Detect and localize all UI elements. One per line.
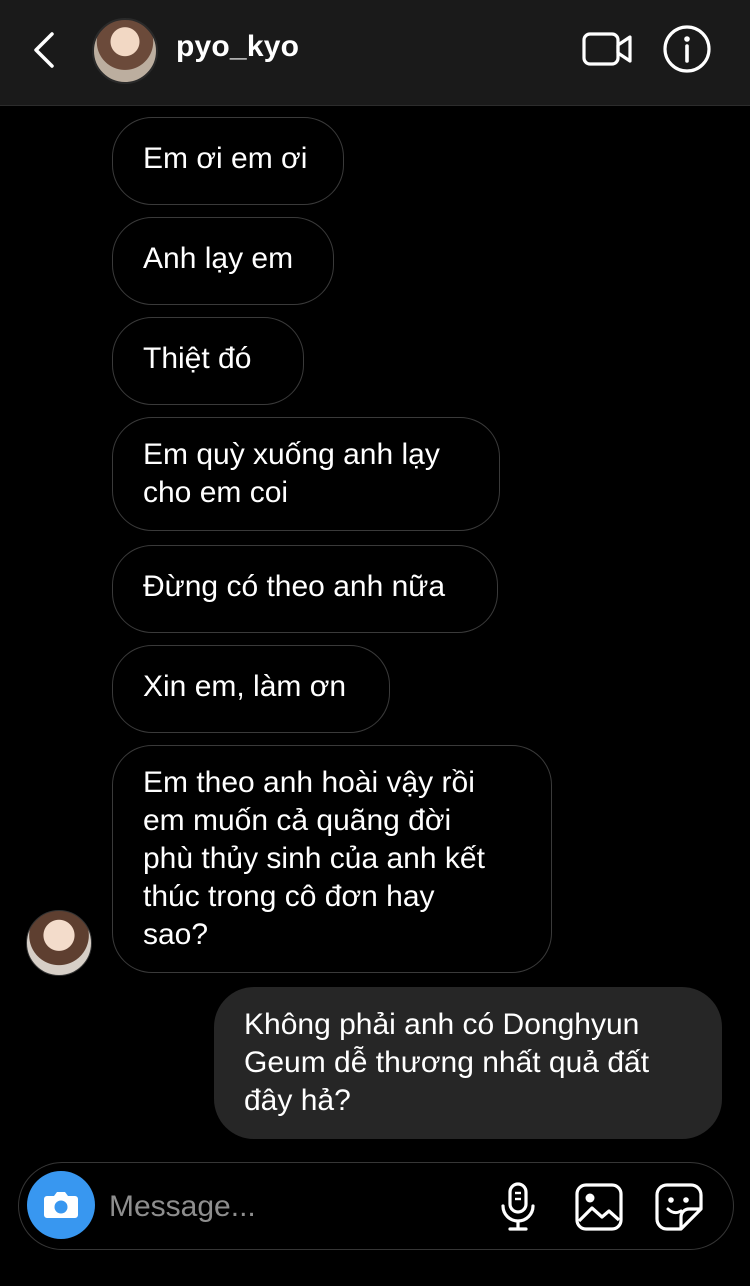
message-line: phù thủy sinh của anh kết bbox=[143, 842, 485, 875]
profile-avatar[interactable] bbox=[92, 18, 158, 84]
message-text: Xin em, làm ơn bbox=[143, 670, 347, 703]
microphone-button[interactable] bbox=[497, 1181, 539, 1233]
message-text: Thiệt đó bbox=[143, 342, 252, 375]
sender-avatar[interactable] bbox=[26, 910, 92, 976]
message-bubble-outgoing[interactable]: Không phải anh có Donghyun Geum dễ thươn… bbox=[214, 987, 722, 1139]
back-button[interactable] bbox=[28, 28, 64, 72]
message-line: em muốn cả quãng đời bbox=[143, 804, 452, 837]
message-line: đây hả? bbox=[244, 1084, 351, 1117]
message-line: Em quỳ xuống anh lạy bbox=[143, 438, 440, 471]
sticker-icon bbox=[655, 1183, 703, 1231]
video-call-icon bbox=[582, 32, 632, 66]
chat-header: pyo_kyo bbox=[0, 0, 750, 106]
message-line: Geum dễ thương nhất quả đất bbox=[244, 1046, 650, 1079]
message-bubble[interactable]: Thiệt đó bbox=[112, 317, 304, 405]
message-line: Không phải anh có Donghyun bbox=[244, 1008, 640, 1041]
message-composer bbox=[18, 1162, 734, 1250]
microphone-icon bbox=[501, 1182, 535, 1231]
chat-username[interactable]: pyo_kyo bbox=[176, 30, 299, 64]
message-bubble[interactable]: Đừng có theo anh nữa bbox=[112, 545, 498, 633]
gallery-button[interactable] bbox=[573, 1181, 625, 1233]
message-line: thúc trong cô đơn hay bbox=[143, 880, 435, 913]
message-text: Em ơi em ơi bbox=[143, 142, 308, 175]
sticker-button[interactable] bbox=[653, 1181, 705, 1233]
message-bubble[interactable]: Em quỳ xuống anh lạy cho em coi bbox=[112, 417, 500, 531]
message-line: cho em coi bbox=[143, 476, 289, 509]
camera-button[interactable] bbox=[27, 1171, 95, 1239]
info-button[interactable] bbox=[662, 24, 712, 74]
message-bubble[interactable]: Em ơi em ơi bbox=[112, 117, 344, 205]
message-bubble[interactable]: Em theo anh hoài vậy rồi em muốn cả quãn… bbox=[112, 745, 552, 973]
message-input[interactable] bbox=[107, 1185, 491, 1229]
message-text: Anh lạy em bbox=[143, 242, 294, 275]
message-bubble[interactable]: Xin em, làm ơn bbox=[112, 645, 390, 733]
message-text: Đừng có theo anh nữa bbox=[143, 570, 446, 603]
message-bubble[interactable]: Anh lạy em bbox=[112, 217, 334, 305]
video-call-button[interactable] bbox=[580, 26, 636, 72]
gallery-icon bbox=[575, 1183, 623, 1231]
message-line: sao? bbox=[143, 918, 209, 951]
message-line: Em theo anh hoài vậy rồi bbox=[143, 766, 475, 799]
camera-icon bbox=[44, 1192, 78, 1218]
info-icon bbox=[663, 25, 711, 73]
back-icon bbox=[34, 32, 54, 68]
